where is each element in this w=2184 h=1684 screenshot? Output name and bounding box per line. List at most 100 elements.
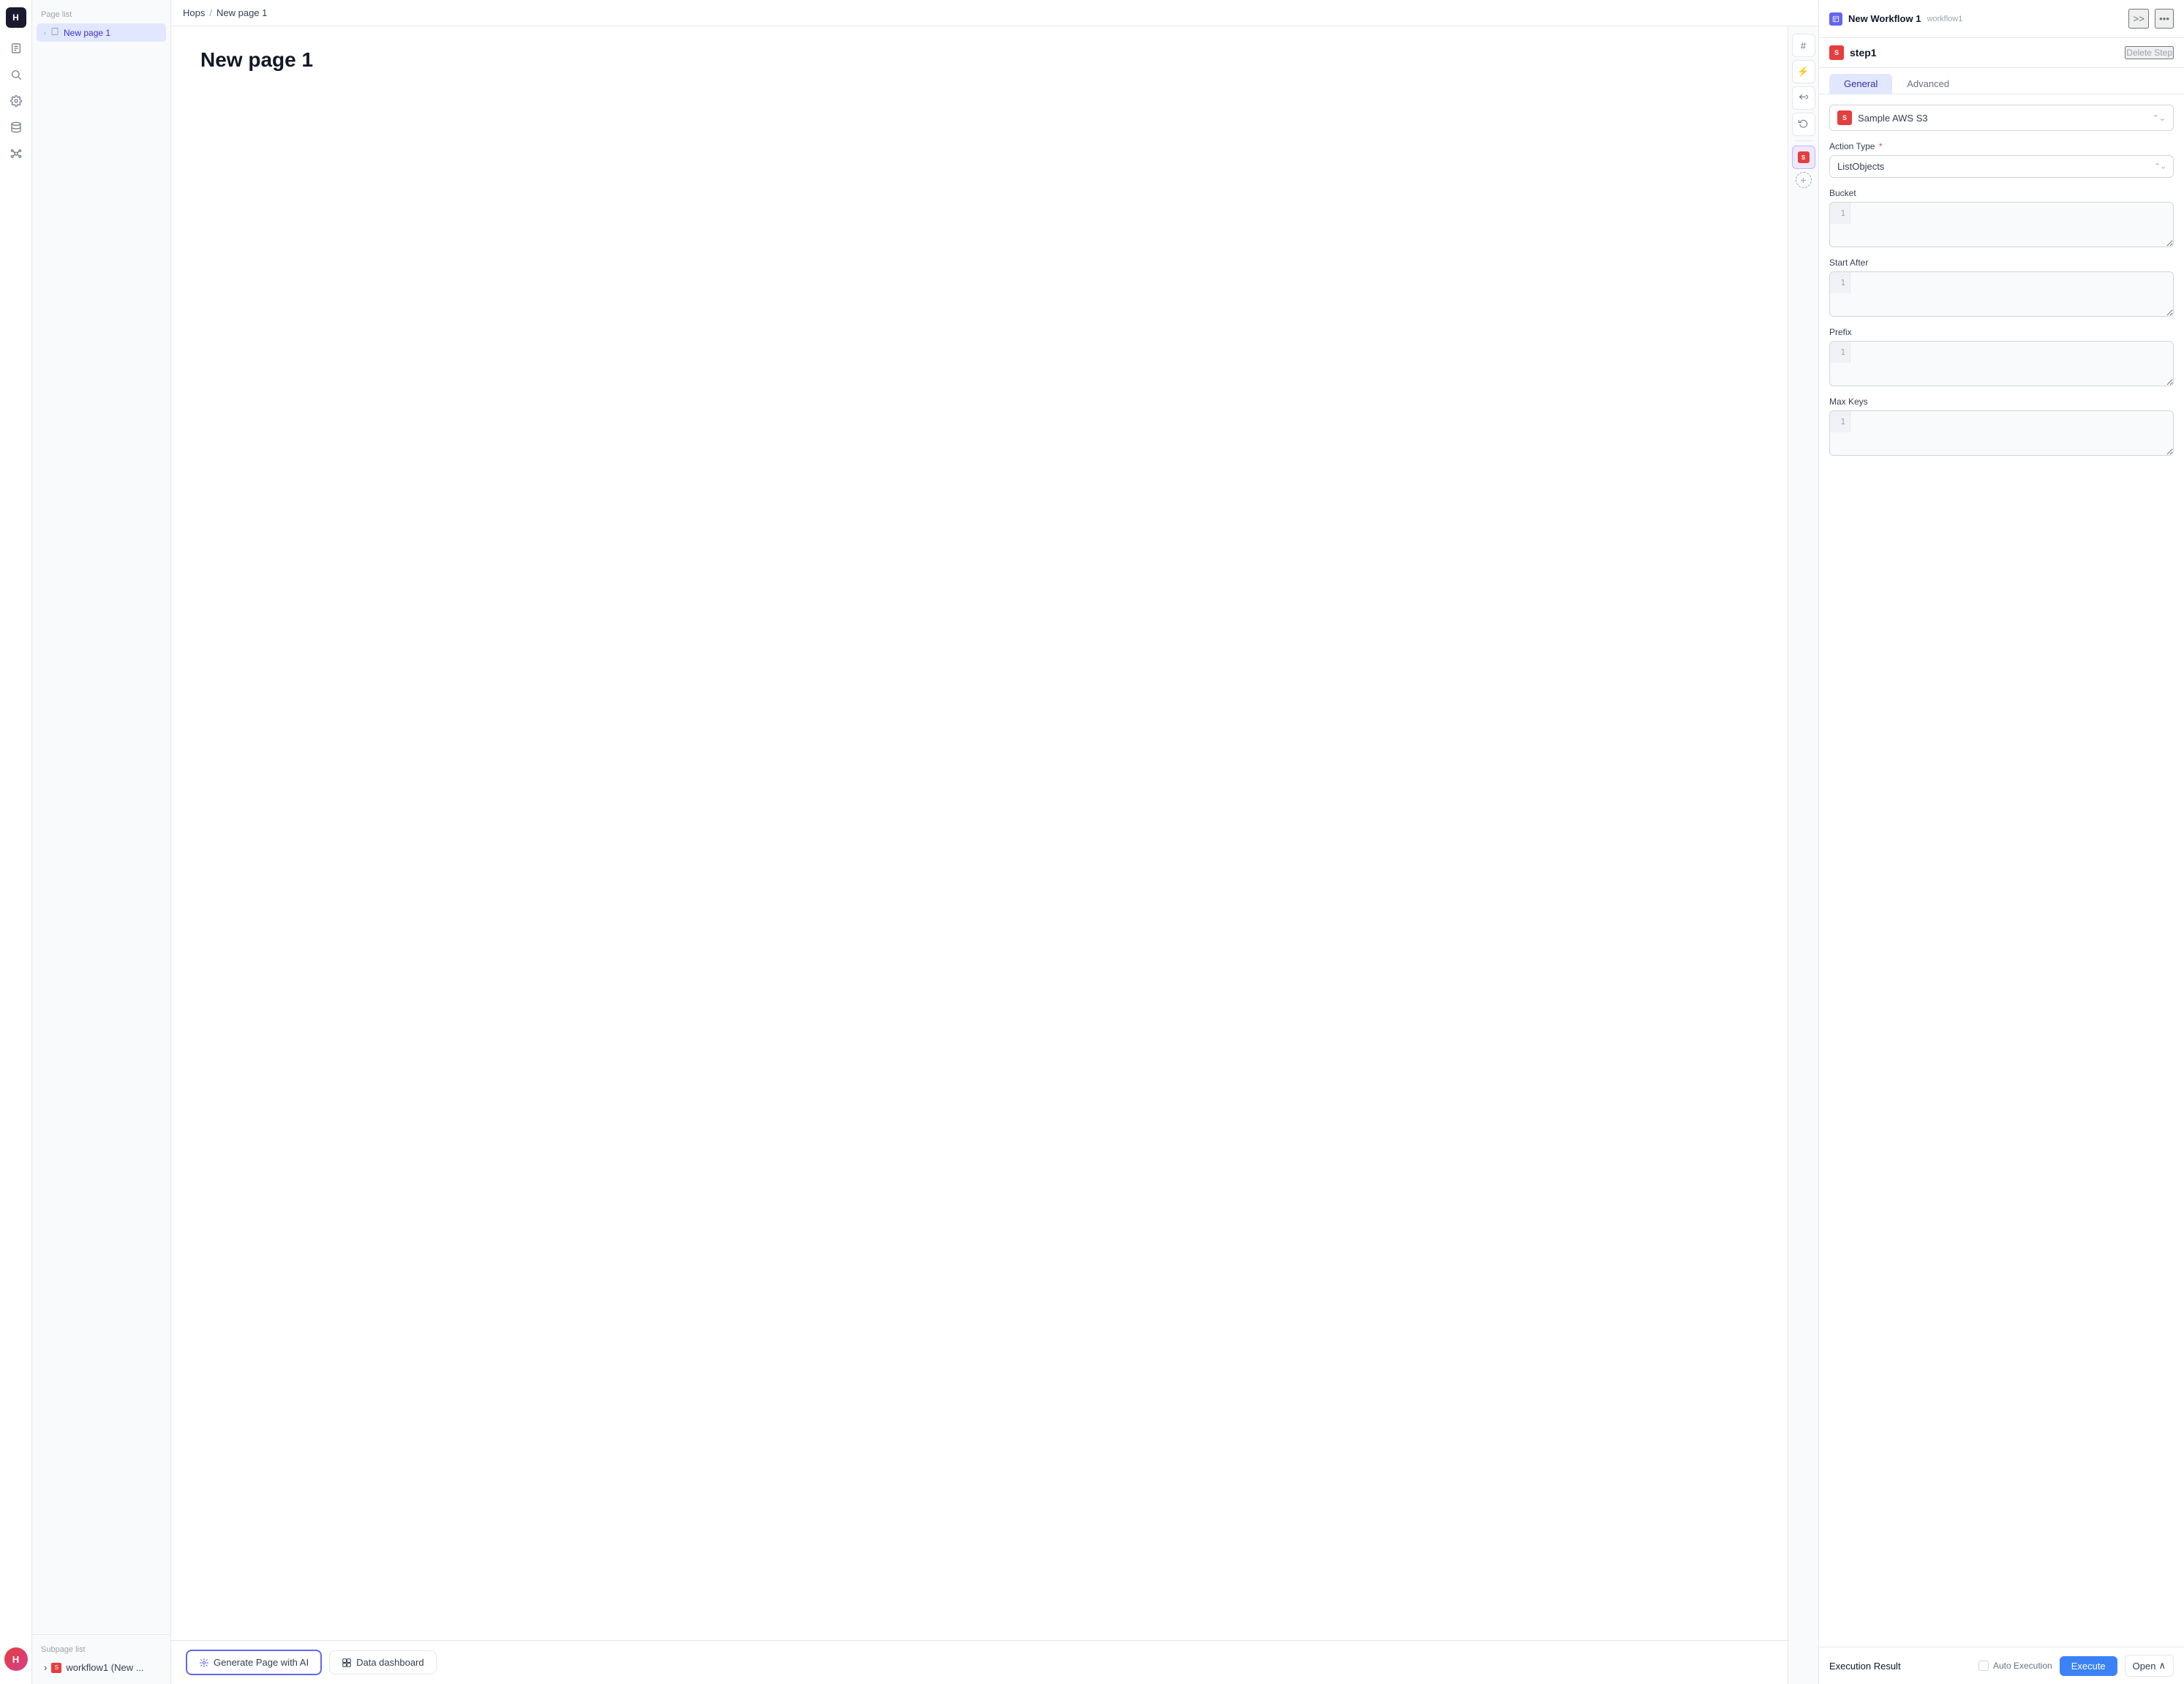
bucket-textarea[interactable]: 1 <box>1829 202 2174 247</box>
bucket-field: Bucket 1 <box>1829 188 2174 247</box>
bucket-label: Bucket <box>1829 188 2174 198</box>
datasource-aws-icon: S <box>1837 110 1852 125</box>
sidebar-page-label: New page 1 <box>64 28 159 38</box>
prefix-line-num: 1 <box>1830 342 1850 363</box>
datasource-select[interactable]: S Sample AWS S3 ⌃⌄ <box>1829 105 2174 131</box>
bolt-icon: ⚡ <box>1797 66 1809 78</box>
action-type-select-wrapper: ListObjects GetObject PutObject DeleteOb… <box>1829 155 2174 178</box>
left-icon-bar: H H <box>0 0 32 1684</box>
sidebar: Page list › New page 1 Subpage list › S … <box>32 0 171 1684</box>
prefix-textarea[interactable]: 1 <box>1829 341 2174 386</box>
page-icon <box>50 27 59 38</box>
workflow-title-area: New Workflow 1 workflow1 <box>1829 12 1962 26</box>
more-icon: ••• <box>2159 13 2169 24</box>
generate-page-button[interactable]: Generate Page with AI <box>186 1650 322 1675</box>
max-keys-line-content[interactable] <box>1850 411 2173 455</box>
history-tool-button[interactable] <box>1792 113 1815 136</box>
start-after-line: 1 <box>1830 272 2173 316</box>
max-keys-field: Max Keys 1 <box>1829 396 2174 456</box>
integrations-icon-btn[interactable] <box>4 142 28 165</box>
history-icon <box>1799 119 1808 130</box>
breadcrumb-separator: / <box>209 7 212 18</box>
hash-icon: # <box>1801 40 1806 51</box>
execution-result-label: Execution Result <box>1829 1661 1901 1672</box>
step-aws-icon: S <box>1829 45 1844 60</box>
open-chevron-icon: ∧ <box>2158 1660 2166 1672</box>
subpage-item-workflow1[interactable]: › S workflow1 (New ... <box>37 1658 166 1677</box>
expand-icon: >> <box>2133 13 2145 24</box>
breadcrumb: Hops / New page 1 <box>183 7 267 18</box>
action-type-select[interactable]: ListObjects GetObject PutObject DeleteOb… <box>1829 155 2174 178</box>
data-dashboard-label: Data dashboard <box>356 1657 424 1668</box>
start-after-line-num: 1 <box>1830 272 1850 293</box>
share-tool-button[interactable] <box>1792 86 1815 110</box>
more-options-button[interactable]: ••• <box>2155 9 2174 29</box>
workflow-id: workflow1 <box>1927 15 1962 23</box>
bucket-line-content[interactable] <box>1850 203 2173 247</box>
main-area: Hops / New page 1 New page 1 Generate Pa… <box>171 0 1818 1684</box>
right-toolbar: # ⚡ S + <box>1788 26 1818 1684</box>
search-icon-btn[interactable] <box>4 63 28 86</box>
delete-step-button[interactable]: Delete Step <box>2125 46 2174 59</box>
auto-execution-checkbox[interactable] <box>1978 1661 1989 1671</box>
tab-general[interactable]: General <box>1829 74 1892 94</box>
step-title: S step1 <box>1829 45 1877 60</box>
open-label: Open <box>2133 1661 2156 1672</box>
hash-tool-button[interactable]: # <box>1792 34 1815 57</box>
plus-icon: + <box>1800 174 1806 186</box>
execute-button[interactable]: Execute <box>2060 1656 2117 1676</box>
tab-bar: General Advanced <box>1819 68 2184 94</box>
icon-bar-top: H <box>4 7 28 1644</box>
bolt-tool-button[interactable]: ⚡ <box>1792 60 1815 83</box>
action-type-field: Action Type * ListObjects GetObject PutO… <box>1829 141 2174 178</box>
dashboard-icon <box>342 1658 352 1668</box>
start-after-textarea[interactable]: 1 <box>1829 271 2174 317</box>
prefix-line: 1 <box>1830 342 2173 386</box>
datasource-field: S Sample AWS S3 ⌃⌄ <box>1829 105 2174 131</box>
workflow-name: New Workflow 1 <box>1848 13 1921 24</box>
bucket-line: 1 <box>1830 203 2173 247</box>
start-after-field: Start After 1 <box>1829 258 2174 317</box>
start-after-line-content[interactable] <box>1850 272 2173 316</box>
settings-icon-btn[interactable] <box>4 89 28 113</box>
max-keys-line: 1 <box>1830 411 2173 455</box>
expand-panel-button[interactable]: >> <box>2128 9 2149 29</box>
step-name: step1 <box>1850 47 1877 59</box>
required-indicator: * <box>1879 141 1883 151</box>
auto-execution-label: Auto Execution <box>1993 1661 2052 1671</box>
subpage-label: workflow1 (New ... <box>66 1662 143 1673</box>
max-keys-line-num: 1 <box>1830 411 1850 432</box>
app-logo: H <box>6 7 26 28</box>
workflow-aws-icon: S <box>1798 151 1810 163</box>
icon-bar-bottom: H <box>4 1647 28 1677</box>
workflow-tool-button[interactable]: S <box>1792 146 1815 169</box>
main-header: Hops / New page 1 <box>171 0 1818 26</box>
execution-right: Auto Execution Execute Open ∧ <box>1978 1655 2174 1677</box>
action-type-label: Action Type * <box>1829 141 2174 151</box>
database-icon-btn[interactable] <box>4 116 28 139</box>
start-after-label: Start After <box>1829 258 2174 268</box>
pages-icon-btn[interactable] <box>4 37 28 60</box>
prefix-line-content[interactable] <box>1850 342 2173 386</box>
toolbar-divider <box>1795 140 1812 141</box>
page-title: New page 1 <box>200 48 1758 72</box>
tab-advanced[interactable]: Advanced <box>1892 74 1964 94</box>
generate-page-label: Generate Page with AI <box>214 1657 309 1668</box>
datasource-name: Sample AWS S3 <box>1858 113 2147 124</box>
sidebar-item-new-page-1[interactable]: › New page 1 <box>37 23 166 42</box>
workflow-header-actions: >> ••• <box>2128 9 2174 29</box>
workflow-header: New Workflow 1 workflow1 >> ••• <box>1819 0 2184 38</box>
workflow-panel: New Workflow 1 workflow1 >> ••• S step1 … <box>1818 0 2184 1684</box>
add-tool-button[interactable]: + <box>1796 172 1812 188</box>
main-footer: Generate Page with AI Data dashboard <box>171 1640 1788 1684</box>
breadcrumb-parent[interactable]: Hops <box>183 7 205 18</box>
prefix-field: Prefix 1 <box>1829 327 2174 386</box>
data-dashboard-button[interactable]: Data dashboard <box>329 1650 437 1674</box>
page-list-label: Page list <box>32 7 170 23</box>
bottom-logo[interactable]: H <box>4 1647 28 1671</box>
subpage-section: Subpage list › S workflow1 (New ... <box>32 1634 170 1677</box>
prefix-label: Prefix <box>1829 327 2174 337</box>
open-button[interactable]: Open ∧ <box>2125 1655 2174 1677</box>
max-keys-textarea[interactable]: 1 <box>1829 410 2174 456</box>
datasource-chevron-icon: ⌃⌄ <box>2153 113 2166 123</box>
